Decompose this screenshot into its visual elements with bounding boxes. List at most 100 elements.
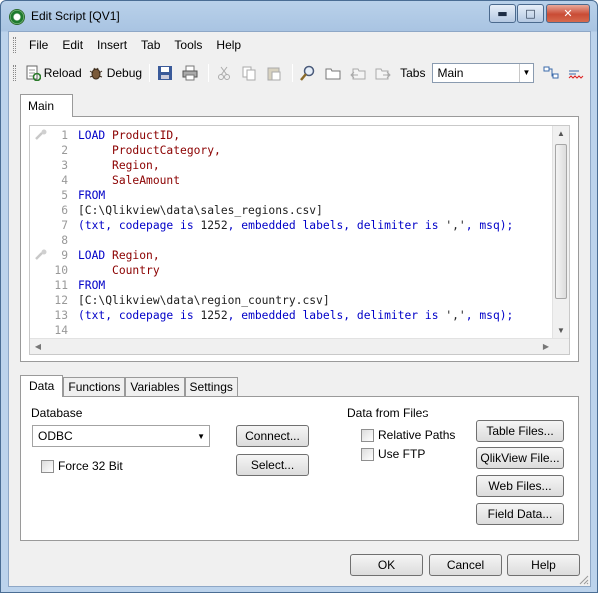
scroll-down-icon[interactable]: ▼	[553, 323, 569, 339]
field-data-button[interactable]: Field Data...	[476, 503, 564, 525]
tab-functions[interactable]: Functions	[63, 377, 126, 397]
script-code: FROM	[78, 278, 105, 293]
menu-bar: File Edit Insert Tab Tools Help	[9, 32, 590, 58]
minimize-button[interactable]: ▬	[489, 4, 516, 23]
scroll-right-icon[interactable]: ▶	[538, 339, 554, 354]
force-32-bit-row[interactable]: Force 32 Bit	[41, 459, 123, 473]
tab-main[interactable]: Main	[20, 94, 73, 117]
script-line[interactable]: 13 (txt, codepage is 1252, embedded label…	[30, 308, 550, 323]
scroll-up-icon[interactable]: ▲	[553, 126, 569, 142]
vertical-scrollbar[interactable]: ▲ ▼	[552, 126, 569, 339]
relative-paths-checkbox[interactable]	[361, 428, 374, 442]
resize-grip[interactable]	[577, 573, 589, 585]
toolbar-separator	[149, 64, 151, 82]
syntax-check-button[interactable]	[565, 62, 590, 84]
use-ftp-row[interactable]: Use FTP	[361, 447, 425, 461]
wrench-icon[interactable]	[34, 249, 48, 261]
qlikview-file-button[interactable]: QlikView File...	[476, 447, 564, 469]
promote-tab-button[interactable]	[347, 62, 372, 84]
close-button[interactable]: ✕	[546, 4, 590, 23]
menu-help[interactable]: Help	[209, 38, 248, 52]
copy-icon	[241, 65, 257, 81]
script-line[interactable]: 11 FROM	[30, 278, 550, 293]
script-line[interactable]: 7 (txt, codepage is 1252, embedded labels…	[30, 218, 550, 233]
printer-icon	[182, 65, 198, 81]
debug-button[interactable]: Debug	[85, 62, 145, 84]
script-line[interactable]: 9 LOAD Region,	[30, 248, 550, 263]
print-button[interactable]	[179, 62, 204, 84]
use-ftp-label: Use FTP	[378, 447, 426, 461]
script-line[interactable]: 4 SaleAmount	[30, 173, 550, 188]
code-token: Region,	[112, 159, 160, 172]
force-32-bit-checkbox[interactable]	[41, 459, 54, 473]
script-line[interactable]: 1 LOAD ProductID,	[30, 128, 550, 143]
menu-tools[interactable]: Tools	[167, 38, 209, 52]
script-line[interactable]: 8	[30, 233, 550, 248]
code-token: ,	[465, 219, 480, 232]
title-bar[interactable]: Edit Script [QV1] ▬ □ ✕	[1, 1, 597, 31]
script-line[interactable]: 2 ProductCategory,	[30, 143, 550, 158]
script-line[interactable]: 12 [C:\Qlikview\data\region_country.csv]	[30, 293, 550, 308]
tabs-dropdown-value: Main	[437, 66, 464, 80]
web-files-button[interactable]: Web Files...	[476, 475, 564, 497]
script-line[interactable]: 6 [C:\Qlikview\data\sales_regions.csv]	[30, 203, 550, 218]
reload-button[interactable]: Reload	[22, 62, 85, 84]
search-icon	[300, 65, 316, 81]
qlikview-app-icon	[9, 9, 25, 25]
chevron-down-icon[interactable]: ▼	[519, 64, 533, 82]
line-number: 4	[61, 174, 68, 187]
code-token: codepage is	[118, 219, 201, 232]
use-ftp-checkbox[interactable]	[361, 447, 374, 461]
scroll-thumb[interactable]	[555, 144, 567, 299]
code-token: ','	[445, 219, 466, 232]
code-token: 1252	[200, 219, 228, 232]
wrench-icon[interactable]	[34, 129, 48, 141]
menu-tab[interactable]: Tab	[134, 38, 167, 52]
save-button[interactable]	[154, 62, 179, 84]
menu-file[interactable]: File	[22, 38, 55, 52]
scroll-left-icon[interactable]: ◀	[30, 339, 46, 354]
tab-variables[interactable]: Variables	[125, 377, 185, 397]
code-token: msq	[479, 219, 500, 232]
select-button[interactable]: Select...	[236, 454, 309, 476]
tabs-dropdown[interactable]: Main ▼	[432, 63, 534, 83]
code-token: [C:\Qlikview\data\sales_regions.csv]	[78, 204, 323, 217]
menu-edit[interactable]: Edit	[55, 38, 90, 52]
menu-grip	[13, 37, 16, 53]
script-line[interactable]: 3 Region,	[30, 158, 550, 173]
add-tab-button[interactable]	[322, 62, 347, 84]
script-editor[interactable]: 1 LOAD ProductID, 2 ProductCategory, 3 Regi…	[29, 125, 570, 355]
tab-data[interactable]: Data	[20, 375, 64, 397]
horizontal-scrollbar[interactable]: ◀ ▶	[30, 338, 569, 354]
maximize-button[interactable]: □	[517, 4, 544, 23]
copy-button[interactable]	[238, 62, 263, 84]
line-number: 2	[61, 144, 68, 157]
line-number: 9	[61, 249, 68, 262]
relative-paths-row[interactable]: Relative Paths	[361, 428, 455, 442]
connect-button[interactable]: Connect...	[236, 425, 309, 447]
cancel-button[interactable]: Cancel	[429, 554, 502, 576]
script-line[interactable]: 14	[30, 323, 550, 338]
demote-tab-button[interactable]	[372, 62, 397, 84]
script-code: [C:\Qlikview\data\region_country.csv]	[78, 293, 330, 308]
help-button[interactable]: Help	[507, 554, 580, 576]
ok-button[interactable]: OK	[350, 554, 423, 576]
find-button[interactable]	[297, 62, 322, 84]
script-line[interactable]: 10 Country	[30, 263, 550, 278]
expression-button[interactable]	[540, 62, 565, 84]
table-files-button[interactable]: Table Files...	[476, 420, 564, 442]
script-line[interactable]: 5 FROM	[30, 188, 550, 203]
cut-button[interactable]	[213, 62, 238, 84]
toolbar-grip	[13, 65, 16, 81]
tab-settings[interactable]: Settings	[184, 377, 238, 397]
toolbar-separator	[292, 64, 294, 82]
database-select[interactable]: ODBC ▼	[32, 425, 210, 447]
code-token: LOAD	[78, 249, 113, 262]
menu-insert[interactable]: Insert	[90, 38, 134, 52]
folder-icon	[325, 65, 341, 81]
chevron-down-icon[interactable]: ▼	[197, 432, 205, 441]
paste-button[interactable]	[263, 62, 288, 84]
line-number: 5	[61, 189, 68, 202]
